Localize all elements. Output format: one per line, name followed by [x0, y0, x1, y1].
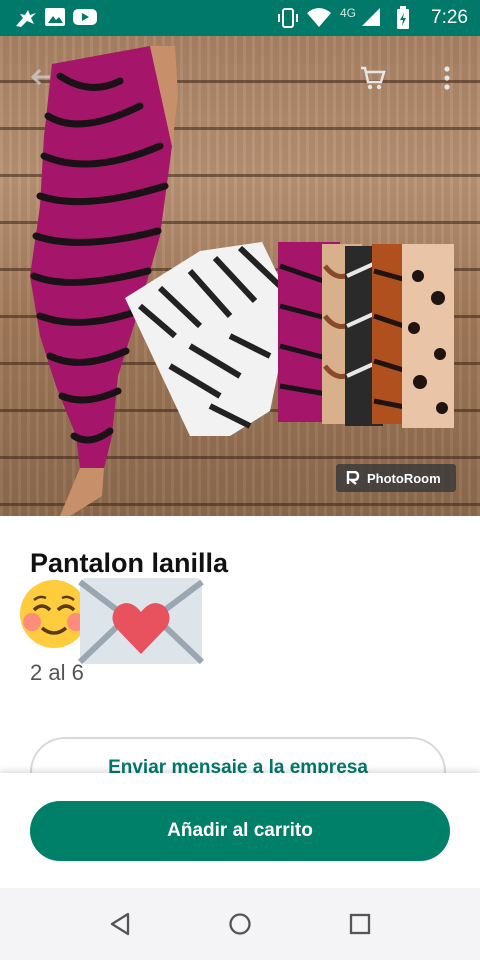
- recents-square-icon[interactable]: [349, 912, 371, 941]
- back-arrow-icon[interactable]: [28, 64, 54, 95]
- battery-icon: [396, 6, 410, 35]
- product-image[interactable]: PhotoRoom: [0, 36, 480, 516]
- cart-icon[interactable]: [359, 64, 387, 97]
- bird-app-icon: [13, 6, 39, 35]
- back-triangle-icon[interactable]: [109, 912, 131, 941]
- vibrate-icon: [276, 6, 300, 35]
- clock: 7:26: [431, 7, 468, 28]
- product-photo: [30, 46, 454, 516]
- network-type: 4G: [340, 6, 357, 20]
- home-circle-icon[interactable]: [228, 912, 252, 941]
- signal-icon: [360, 6, 382, 33]
- product-description: 2 al 6: [30, 660, 84, 685]
- youtube-icon: [72, 6, 98, 33]
- product-title: Pantalon lanilla: [30, 548, 229, 578]
- add-to-cart-button[interactable]: Añadir al carrito: [30, 801, 450, 861]
- wifi-icon: [306, 6, 332, 33]
- system-navigation-bar: [0, 888, 480, 960]
- more-vert-icon[interactable]: [438, 64, 456, 97]
- photoroom-watermark: PhotoRoom: [336, 464, 456, 492]
- status-bar: 4G 7:26: [0, 0, 480, 36]
- photoroom-logo-icon: [346, 470, 360, 485]
- photoroom-label: PhotoRoom: [367, 470, 441, 486]
- image-icon: [44, 6, 66, 33]
- love-letter-emoji: [77, 576, 205, 671]
